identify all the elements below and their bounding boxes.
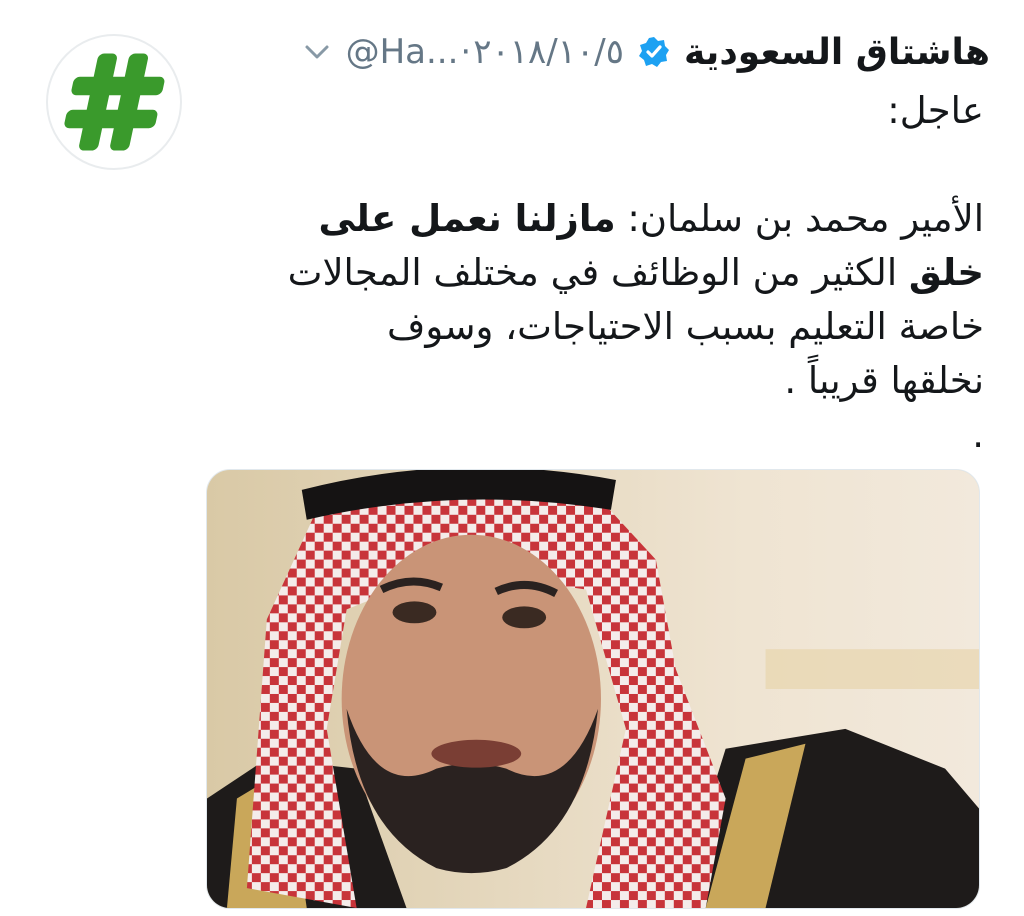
body-line-6: .	[972, 413, 984, 456]
display-name[interactable]: هاشتاق السعودية	[684, 32, 990, 73]
body-line-2: الأمير محمد بن سلمان: مازلنا نعمل على	[204, 192, 984, 246]
body-line-4: خاصة التعليم بسبب الاحتياجات، وسوف	[387, 305, 984, 348]
body-line-2-normal: الأمير محمد بن سلمان:	[615, 197, 984, 240]
handle[interactable]: @Ha...	[346, 32, 459, 72]
body-line-1: عاجل:	[887, 89, 984, 132]
body-line-5: نخلقها قريباً .	[784, 359, 984, 402]
verified-badge-icon	[638, 36, 670, 68]
tweet-photo[interactable]	[206, 469, 980, 909]
tweet-header: @Ha... · ٢٠١٨/١٠/٥ هاشتاق السعودية	[296, 24, 990, 80]
body-line-2-bold: مازلنا نعمل على	[318, 197, 616, 240]
chevron-down-icon[interactable]	[302, 37, 332, 67]
tweet-meta: @Ha... · ٢٠١٨/١٠/٥	[346, 32, 624, 72]
avatar[interactable]	[46, 34, 182, 170]
tweet-body: عاجل: الأمير محمد بن سلمان: مازلنا نعمل …	[204, 84, 984, 462]
tweet-date[interactable]: ٢٠١٨/١٠/٥	[473, 32, 624, 72]
separator: ·	[460, 32, 472, 72]
hashtag-logo-icon	[64, 53, 165, 151]
tweet: @Ha... · ٢٠١٨/١٠/٥ هاشتاق السعودية عاجل:…	[0, 0, 1024, 916]
body-line-3-normal: الكثير من الوظائف في مختلف المجالات	[287, 251, 909, 294]
body-line-3: خلق الكثير من الوظائف في مختلف المجالات	[204, 246, 984, 300]
body-line-3-bold: خلق	[908, 251, 984, 294]
